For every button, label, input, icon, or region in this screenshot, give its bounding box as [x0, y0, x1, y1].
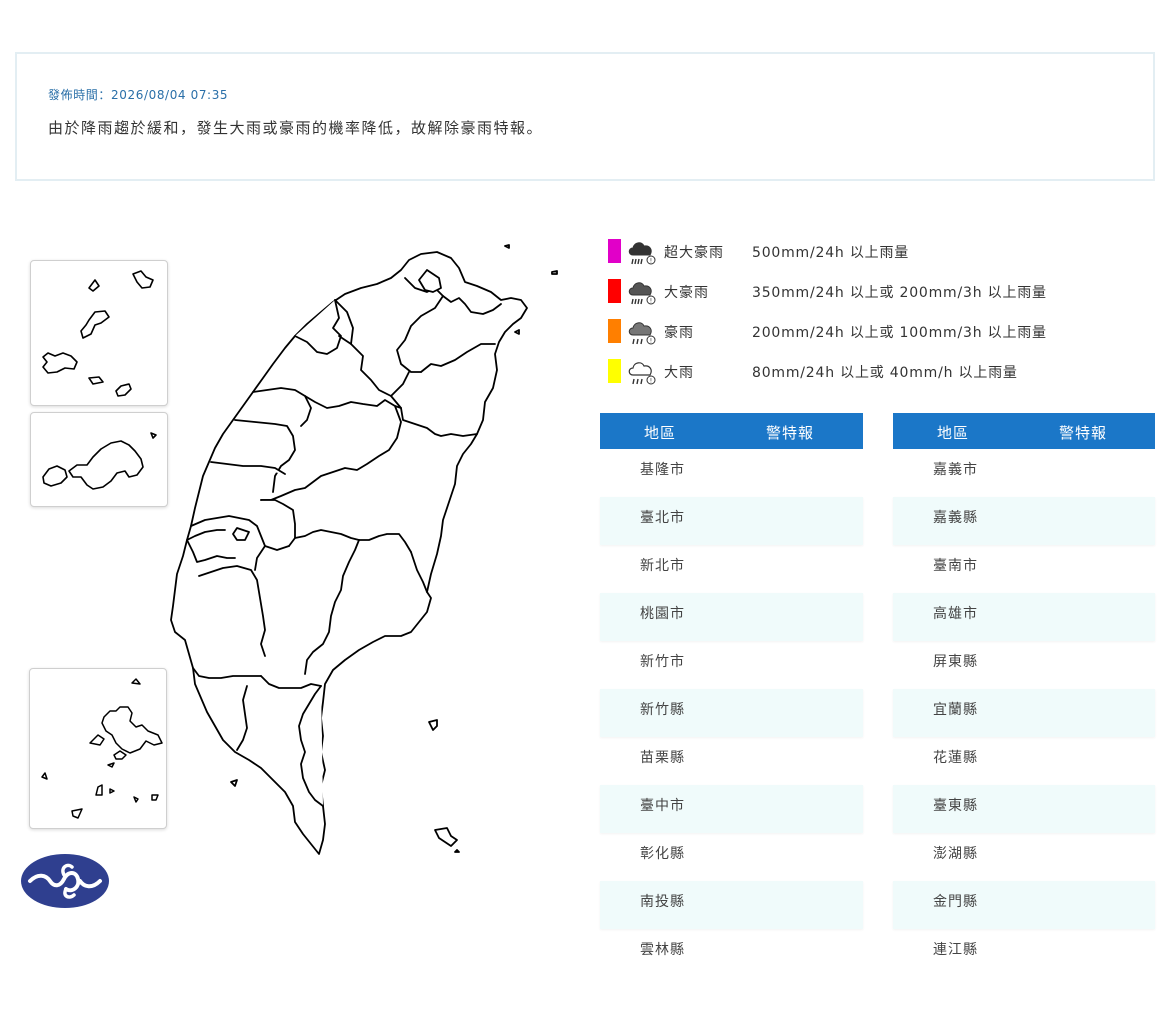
- legend-desc: 500mm/24h 以上雨量: [752, 245, 910, 261]
- map-inset-matsu[interactable]: [30, 260, 168, 406]
- torrential-rain-icon: !: [628, 322, 656, 345]
- row-area: 高雄市: [933, 606, 978, 622]
- legend-row-torrential-rain: ! 豪雨 200mm/24h 以上或 100mm/3h 以上雨量: [607, 316, 1157, 356]
- warning-map: [15, 235, 575, 915]
- row-area: 基隆市: [640, 462, 685, 478]
- table-row[interactable]: 金門縣: [893, 881, 1155, 929]
- legend-desc: 350mm/24h 以上或 200mm/3h 以上雨量: [752, 285, 1047, 301]
- map-inset-penghu[interactable]: [29, 668, 167, 829]
- table-row[interactable]: 嘉義縣: [893, 497, 1155, 545]
- row-area: 臺南市: [933, 558, 978, 574]
- row-area: 花蓮縣: [933, 750, 978, 766]
- table-row[interactable]: 南投縣: [600, 881, 863, 929]
- rain-legend: ! 超大豪雨 500mm/24h 以上雨量 ! 大豪雨 350mm/24h 以上…: [607, 236, 1157, 396]
- warning-table-left: 地區 警特報 基隆市 臺北市 新北市 桃園市 新竹市 新竹縣 苗栗縣 臺中市 彰…: [600, 413, 863, 977]
- table-row[interactable]: 臺南市: [893, 545, 1155, 593]
- table-row[interactable]: 桃園市: [600, 593, 863, 641]
- legend-row-extremely-heavy-rain: ! 大豪雨 350mm/24h 以上或 200mm/3h 以上雨量: [607, 276, 1157, 316]
- map-taiwan-main[interactable]: [165, 240, 565, 865]
- row-area: 苗栗縣: [640, 750, 685, 766]
- row-area: 南投縣: [640, 894, 685, 910]
- table-row[interactable]: 雲林縣: [600, 929, 863, 977]
- row-area: 金門縣: [933, 894, 978, 910]
- legend-name: 大豪雨: [664, 285, 709, 301]
- row-area: 彰化縣: [640, 846, 685, 862]
- legend-row-heavy-rain: ! 大雨 80mm/24h 以上或 40mm/h 以上雨量: [607, 356, 1157, 396]
- legend-swatch: [608, 359, 621, 383]
- svg-text:!: !: [650, 338, 652, 345]
- legend-desc: 200mm/24h 以上或 100mm/3h 以上雨量: [752, 325, 1047, 341]
- row-area: 新竹市: [640, 654, 685, 670]
- row-area: 連江縣: [933, 942, 978, 958]
- table-row[interactable]: 臺東縣: [893, 785, 1155, 833]
- table-row[interactable]: 彰化縣: [600, 833, 863, 881]
- header-area: 地區: [936, 424, 969, 442]
- row-area: 雲林縣: [640, 942, 685, 958]
- legend-swatch: [608, 279, 621, 303]
- table-row[interactable]: 澎湖縣: [893, 833, 1155, 881]
- table-row[interactable]: 宜蘭縣: [893, 689, 1155, 737]
- header-warning: 警特報: [1058, 424, 1107, 442]
- table-row[interactable]: 連江縣: [893, 929, 1155, 977]
- legend-desc: 80mm/24h 以上或 40mm/h 以上雨量: [752, 365, 1018, 381]
- legend-swatch: [608, 239, 621, 263]
- table-row[interactable]: 屏東縣: [893, 641, 1155, 689]
- row-area: 宜蘭縣: [933, 702, 978, 718]
- table-row[interactable]: 新北市: [600, 545, 863, 593]
- table-row[interactable]: 花蓮縣: [893, 737, 1155, 785]
- row-area: 嘉義縣: [933, 510, 978, 526]
- table-row[interactable]: 新竹縣: [600, 689, 863, 737]
- row-area: 臺東縣: [933, 798, 978, 814]
- table-row[interactable]: 臺中市: [600, 785, 863, 833]
- row-area: 臺北市: [640, 510, 685, 526]
- notice-message: 由於降雨趨於緩和，發生大雨或豪雨的機率降低，故解除豪雨特報。: [48, 119, 544, 137]
- legend-name: 大雨: [664, 365, 694, 381]
- legend-name: 豪雨: [664, 325, 694, 341]
- header-area: 地區: [643, 424, 676, 442]
- warning-table-right: 地區 警特報 嘉義市 嘉義縣 臺南市 高雄市 屏東縣 宜蘭縣 花蓮縣 臺東縣 澎…: [893, 413, 1155, 977]
- cwa-logo: [20, 853, 110, 909]
- row-area: 新竹縣: [640, 702, 685, 718]
- legend-row-extreme-torrential-rain: ! 超大豪雨 500mm/24h 以上雨量: [607, 236, 1157, 276]
- row-area: 嘉義市: [933, 462, 978, 478]
- issue-time: 發佈時間：2026/08/04 07:35: [48, 88, 229, 102]
- table-header: 地區 警特報: [600, 413, 863, 449]
- legend-name: 超大豪雨: [664, 245, 724, 261]
- table-row[interactable]: 基隆市: [600, 449, 863, 497]
- table-row[interactable]: 臺北市: [600, 497, 863, 545]
- table-header: 地區 警特報: [893, 413, 1155, 449]
- svg-text:!: !: [650, 298, 652, 305]
- header-warning: 警特報: [765, 424, 814, 442]
- svg-text:!: !: [650, 378, 652, 385]
- table-row[interactable]: 嘉義市: [893, 449, 1155, 497]
- table-row[interactable]: 苗栗縣: [600, 737, 863, 785]
- legend-swatch: [608, 319, 621, 343]
- row-area: 新北市: [640, 558, 685, 574]
- extreme-torrential-rain-icon: !: [628, 242, 656, 265]
- notice-panel: 發佈時間：2026/08/04 07:35 由於降雨趨於緩和，發生大雨或豪雨的機…: [15, 52, 1155, 181]
- svg-text:!: !: [650, 258, 652, 265]
- row-area: 澎湖縣: [933, 846, 978, 862]
- row-area: 屏東縣: [933, 654, 978, 670]
- heavy-rain-icon: !: [628, 362, 656, 385]
- table-row[interactable]: 新竹市: [600, 641, 863, 689]
- extremely-heavy-rain-icon: !: [628, 282, 656, 305]
- table-row[interactable]: 高雄市: [893, 593, 1155, 641]
- map-inset-kinmen[interactable]: [30, 412, 168, 507]
- row-area: 臺中市: [640, 798, 685, 814]
- row-area: 桃園市: [640, 606, 685, 622]
